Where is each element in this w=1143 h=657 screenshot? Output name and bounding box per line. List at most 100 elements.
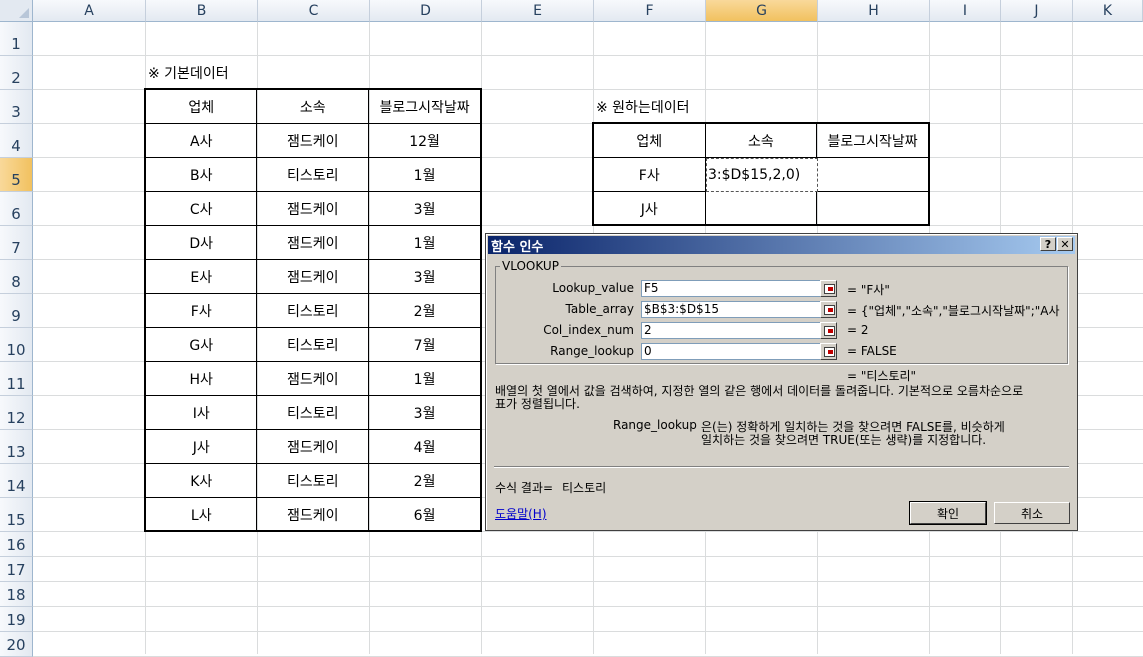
data-cell[interactable]: 4월 [368,429,481,464]
data-cell[interactable]: 티스토리 [256,395,370,430]
data-cell[interactable]: 잼드케이 [256,225,370,260]
header-cell[interactable]: 업체 [144,89,258,124]
data-cell[interactable]: F사 [144,293,258,328]
data-cell[interactable]: G사 [144,327,258,362]
help-link[interactable]: 도움말(H) [495,505,547,522]
data-cell[interactable]: 1월 [368,225,481,260]
data-cell[interactable]: 3월 [368,259,481,294]
select-all-corner[interactable] [0,0,33,22]
spreadsheet[interactable]: ABCDEFGHIJK 1 2 3 4 5 6 7 8 9 10 11 12 13 14 15 16 17 18 1… [0,0,1143,657]
row-header-13[interactable]: 13 [0,430,33,464]
row-header-9[interactable]: 9 [0,294,33,328]
data-cell[interactable]: I사 [144,395,258,430]
data-cell[interactable]: J사 [144,429,258,464]
row-header-2[interactable]: 2 [0,56,33,90]
data-cell[interactable]: 12월 [368,123,481,158]
range-select-icon[interactable] [820,301,837,318]
arg-input-lookup_value[interactable]: F5 [641,280,837,297]
row-header-1[interactable]: 1 [0,22,33,56]
column-header-k[interactable]: K [1073,0,1143,22]
row-header-14[interactable]: 14 [0,464,33,498]
row-header-17[interactable]: 17 [0,557,33,582]
range-select-icon[interactable] [820,322,837,339]
table-row: I사 티스토리 3월 [144,395,481,430]
header-cell[interactable]: 블로그시작날짜 [368,89,481,124]
editing-cell-g5[interactable]: 3:$D$15,2,0) [706,158,818,192]
row-header-12[interactable]: 12 [0,396,33,430]
data-cell[interactable]: 티스토리 [256,327,370,362]
data-cell[interactable]: 잼드케이 [256,429,370,464]
cancel-button[interactable]: 취소 [994,502,1070,524]
data-cell[interactable]: 티스토리 [256,157,370,192]
row-header-18[interactable]: 18 [0,582,33,607]
row-header-8[interactable]: 8 [0,260,33,294]
header-cell[interactable]: 업체 [593,123,706,158]
column-header-j[interactable]: J [1001,0,1073,22]
close-icon[interactable]: ✕ [1057,237,1073,251]
row-header-20[interactable]: 20 [0,632,33,657]
column-header-h[interactable]: H [818,0,930,22]
column-header-i[interactable]: I [930,0,1001,22]
row-header-3[interactable]: 3 [0,90,33,124]
help-question-button[interactable]: ? [1040,237,1056,251]
data-cell[interactable]: H사 [144,361,258,396]
data-cell[interactable] [816,191,929,226]
column-header-g[interactable]: G [706,0,818,22]
data-cell[interactable]: 티스토리 [256,463,370,498]
source-table: 업체 소속 블로그시작날짜 A사 잼드케이 12월 B사 티스토리 1월 C사 잼드케이 3월 D사 잼드… [144,89,481,532]
row-header-16[interactable]: 16 [0,532,33,557]
data-cell[interactable]: E사 [144,259,258,294]
row-header-6[interactable]: 6 [0,192,33,226]
range-select-icon[interactable] [820,343,837,360]
row-header-5[interactable]: 5 [0,158,33,192]
data-cell[interactable]: A사 [144,123,258,158]
data-cell[interactable]: C사 [144,191,258,226]
data-cell[interactable] [816,157,929,192]
row-header-4[interactable]: 4 [0,124,33,158]
data-cell[interactable]: 7월 [368,327,481,362]
data-cell[interactable]: F사 [593,157,706,192]
column-header-b[interactable]: B [146,0,258,22]
data-cell[interactable]: 1월 [368,361,481,396]
data-cell[interactable]: 잼드케이 [256,497,370,532]
column-header-e[interactable]: E [482,0,594,22]
source-caption: ※ 기본데이터 [148,66,229,82]
arg-input-table_array[interactable]: $B$3:$D$15 [641,301,837,318]
data-cell[interactable]: 3월 [368,395,481,430]
data-cell[interactable]: 1월 [368,157,481,192]
data-cell[interactable]: 잼드케이 [256,259,370,294]
ok-button[interactable]: 확인 [909,501,987,525]
row-header-15[interactable]: 15 [0,498,33,532]
column-header-f[interactable]: F [594,0,706,22]
row-header-11[interactable]: 11 [0,362,33,396]
row-header-19[interactable]: 19 [0,607,33,632]
data-cell[interactable]: L사 [144,497,258,532]
arg-input-range_lookup[interactable]: 0 [641,343,837,360]
row-header-10[interactable]: 10 [0,328,33,362]
data-cell[interactable]: 2월 [368,293,481,328]
data-cell[interactable]: 3월 [368,191,481,226]
column-header-d[interactable]: D [370,0,482,22]
data-cell[interactable]: 잼드케이 [256,361,370,396]
header-cell[interactable]: 소속 [704,123,818,158]
header-cell[interactable]: 소속 [256,89,370,124]
row-header-7[interactable]: 7 [0,226,33,260]
data-cell[interactable]: 티스토리 [256,293,370,328]
data-cell[interactable]: K사 [144,463,258,498]
range-select-icon[interactable] [820,280,837,297]
data-cell[interactable] [704,191,818,226]
column-header-c[interactable]: C [258,0,370,22]
data-cell[interactable]: 잼드케이 [256,123,370,158]
dialog-titlebar[interactable]: 함수 인수 [488,236,1075,255]
table-row: H사 잼드케이 1월 [144,361,481,396]
table-row: J사 잼드케이 4월 [144,429,481,464]
data-cell[interactable]: B사 [144,157,258,192]
data-cell[interactable]: J사 [593,191,706,226]
column-header-a[interactable]: A [33,0,146,22]
header-cell[interactable]: 블로그시작날짜 [816,123,929,158]
data-cell[interactable]: 잼드케이 [256,191,370,226]
data-cell[interactable]: 2월 [368,463,481,498]
arg-input-col_index_num[interactable]: 2 [641,322,837,339]
data-cell[interactable]: 6월 [368,497,481,532]
data-cell[interactable]: D사 [144,225,258,260]
